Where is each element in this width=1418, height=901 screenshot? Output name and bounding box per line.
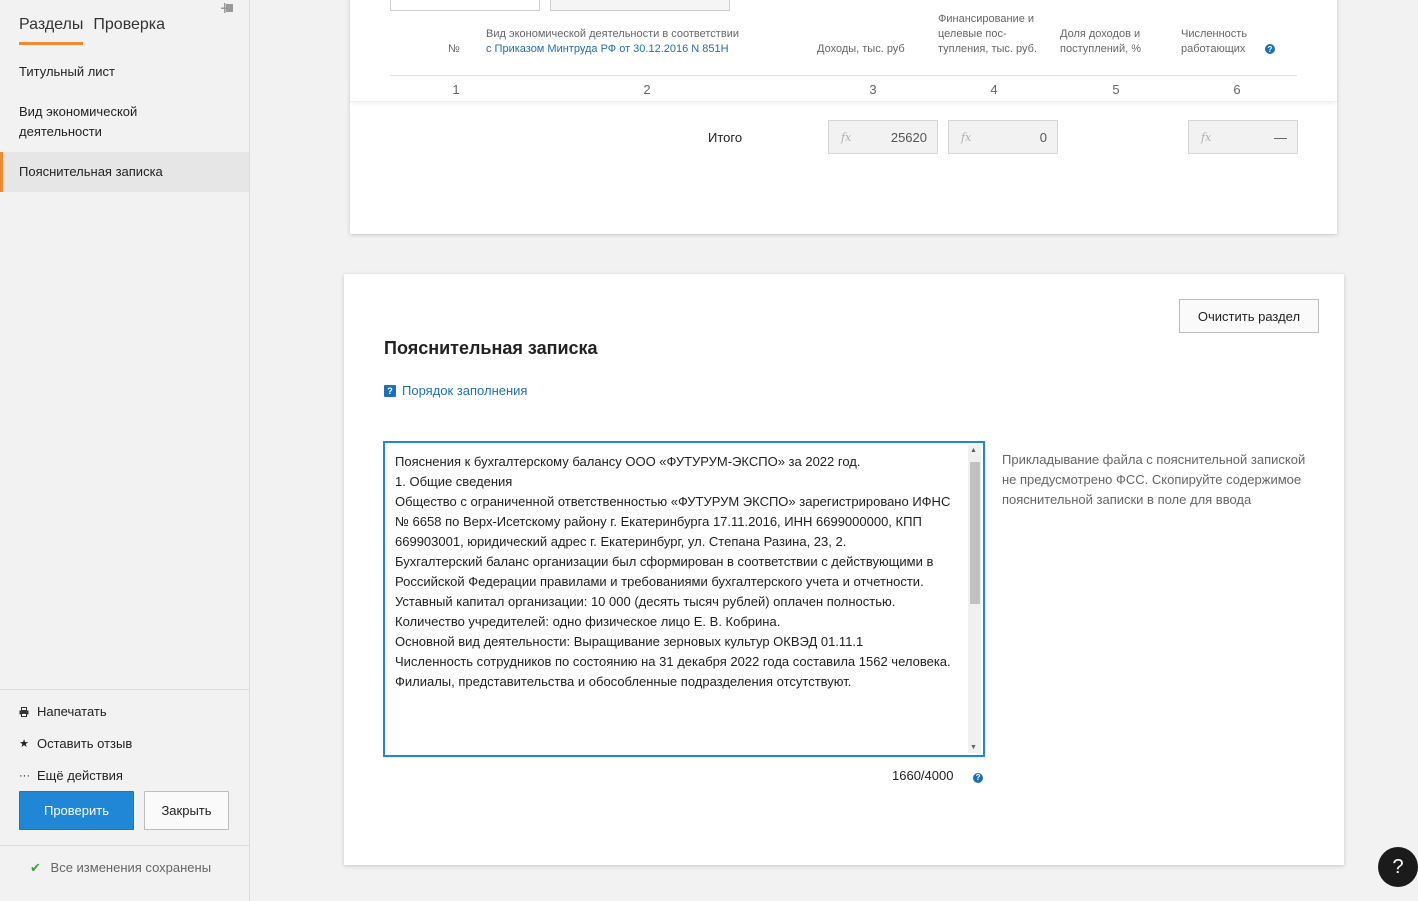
help-chat-button[interactable]: ? <box>1378 847 1418 887</box>
order-link[interactable]: с Приказом Минтруда РФ от 30.12.2016 N 8… <box>486 43 729 55</box>
column-number: 1 <box>452 82 460 97</box>
char-counter-value: 1660/4000 <box>892 768 954 783</box>
filling-order-label: Порядок заполнения <box>402 383 528 398</box>
formula-icon: fx <box>961 130 972 144</box>
sidebar-item-explanatory-note[interactable]: Пояснительная записка <box>0 152 249 192</box>
sidebar: Разделы Проверка Титульный лист Вид экон… <box>0 0 250 901</box>
scroll-up-icon[interactable]: ▲ <box>970 447 977 454</box>
filling-order-link[interactable]: ? Порядок заполнения <box>384 383 527 398</box>
col-header-income: Доходы, тыс. руб <box>817 43 905 55</box>
scroll-down-icon[interactable]: ▼ <box>970 744 977 751</box>
checkmark-icon: ✔ <box>30 860 41 875</box>
help-book-icon: ? <box>384 384 396 397</box>
save-status: ✔ Все изменения сохранены <box>0 845 249 876</box>
printer-icon <box>19 707 29 717</box>
column-number: 2 <box>643 82 651 97</box>
star-icon: ★ <box>19 738 29 750</box>
formula-icon: fx <box>1201 130 1212 144</box>
help-question-icon[interactable]: ? <box>1265 44 1275 54</box>
sidebar-actions: Напечатать ★ Оставить отзыв ··· Ещё дейс… <box>0 689 249 792</box>
section-title: Пояснительная записка <box>384 338 598 358</box>
scroll-thumb[interactable] <box>970 462 980 604</box>
column-number: 5 <box>1112 82 1120 97</box>
check-button[interactable]: Проверить <box>19 791 134 830</box>
sidebar-item-title-page[interactable]: Титульный лист <box>0 52 249 92</box>
col-header-financing: Финансирование и целевые пос-тупления, т… <box>938 13 1037 55</box>
print-label: Напечатать <box>37 704 107 719</box>
column-numbers-row: 1 2 3 4 5 6 <box>350 76 1337 102</box>
feedback-link[interactable]: ★ Оставить отзыв <box>0 728 249 760</box>
tab-sections[interactable]: Разделы <box>19 16 84 45</box>
explanatory-note-card: Очистить раздел Пояснительная записка ? … <box>344 274 1344 865</box>
clear-section-button[interactable]: Очистить раздел <box>1179 299 1319 333</box>
col-header-activity-text: Вид экономической деятельности в соответ… <box>486 28 739 40</box>
note-textarea[interactable]: Пояснения к бухгалтерскому балансу ООО «… <box>383 441 985 757</box>
input-stub[interactable] <box>550 0 730 11</box>
file-attach-note: Прикладывание файла с пояснительной запи… <box>1002 452 1306 507</box>
char-counter: 1660/4000 ? <box>892 768 984 783</box>
total-label: Итого <box>708 130 743 145</box>
note-text: Пояснения к бухгалтерскому балансу ООО «… <box>395 454 951 689</box>
print-link[interactable]: Напечатать <box>0 696 249 728</box>
pin-icon[interactable] <box>219 2 235 16</box>
input-stub[interactable] <box>390 0 540 11</box>
total-income-value: 25620 <box>890 129 927 145</box>
column-number: 3 <box>869 82 877 97</box>
total-financing-field: fx 0 <box>948 120 1058 154</box>
col-header-share: Доля доходов и поступлений, % <box>1060 28 1141 55</box>
col-header-activity: Вид экономической деятельности в соответ… <box>486 27 786 57</box>
sidebar-nav: Титульный лист Вид экономической деятель… <box>0 52 249 192</box>
col-header-employees: Численность работающих <box>1181 28 1248 55</box>
sidebar-buttons: Проверить Закрыть <box>19 791 229 830</box>
feedback-label: Оставить отзыв <box>37 736 133 751</box>
total-income-field: fx 25620 <box>828 120 938 154</box>
save-status-text: Все изменения сохранены <box>50 860 212 875</box>
column-number: 6 <box>1233 82 1241 97</box>
total-employees-value: — <box>1274 129 1287 145</box>
table-header: № Вид экономической деятельности в соотв… <box>390 13 1297 76</box>
total-financing-value: 0 <box>1039 129 1047 145</box>
col-header-num: № <box>448 43 460 55</box>
formula-icon: fx <box>841 130 852 144</box>
sidebar-item-activity-type[interactable]: Вид экономической деятельности <box>0 92 200 152</box>
ellipsis-icon: ··· <box>19 770 30 782</box>
more-actions-link[interactable]: ··· Ещё действия <box>0 760 249 792</box>
help-question-icon[interactable]: ? <box>973 772 984 783</box>
activity-table-card: № Вид экономической деятельности в соотв… <box>350 0 1337 234</box>
more-actions-label: Ещё действия <box>37 768 123 783</box>
close-button[interactable]: Закрыть <box>144 791 229 830</box>
tab-check[interactable]: Проверка <box>93 16 165 45</box>
total-employees-field: fx — <box>1188 120 1298 154</box>
column-number: 4 <box>990 82 998 97</box>
sidebar-tabs: Разделы Проверка <box>19 16 165 45</box>
textarea-scrollbar[interactable]: ▲ ▼ <box>968 445 981 753</box>
